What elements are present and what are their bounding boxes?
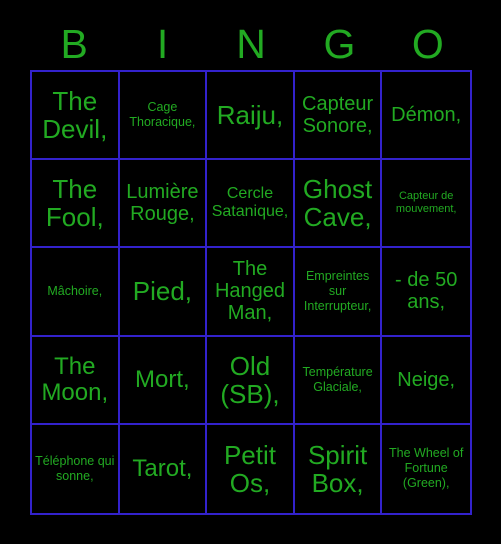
bingo-cell-label: Mort, xyxy=(135,365,190,393)
bingo-grid: The Devil, Cage Thoracique, Raiju, Capte… xyxy=(30,70,472,515)
bingo-card: B I N G O The Devil, Cage Thoracique, Ra… xyxy=(0,0,501,544)
bingo-cell-label: Capteur Sonore, xyxy=(302,93,374,138)
bingo-cell-label: Petit Os, xyxy=(223,439,276,498)
bingo-cell[interactable]: Ghost Cave, xyxy=(294,160,383,249)
bingo-cell[interactable]: Téléphone qui sonne, xyxy=(32,424,120,513)
bingo-cell[interactable]: Tarot, xyxy=(119,424,208,513)
bingo-header-letter-g: G xyxy=(323,21,356,67)
bingo-cell[interactable]: Old (SB), xyxy=(207,336,295,425)
bingo-header-row: B I N G O xyxy=(30,18,472,70)
bingo-cell-label: Neige, xyxy=(397,368,456,391)
bingo-cell-label: The Moon, xyxy=(41,352,109,406)
bingo-cell[interactable]: Capteur Sonore, xyxy=(294,72,383,161)
bingo-cell-label: Old (SB), xyxy=(220,350,280,409)
bingo-cell[interactable]: Spirit Box, xyxy=(294,424,383,513)
bingo-cell[interactable]: Température Glaciale, xyxy=(294,336,383,425)
bingo-header-letter-n: N xyxy=(236,21,266,67)
bingo-cell-label: The Fool, xyxy=(45,174,104,233)
bingo-cell[interactable]: Lumière Rouge, xyxy=(119,160,208,249)
bingo-cell-label: Téléphone qui sonne, xyxy=(35,453,115,483)
bingo-cell[interactable]: Petit Os, xyxy=(207,424,295,513)
bingo-cell[interactable]: - de 50 ans, xyxy=(382,248,470,337)
bingo-cell-label: Empreintes sur Interrupteur, xyxy=(303,268,372,313)
bingo-header-letter-o: O xyxy=(411,21,444,67)
bingo-cell-label: Cercle Satanique, xyxy=(211,185,289,221)
bingo-cell-label: Température Glaciale, xyxy=(302,364,373,394)
bingo-cell-label: Lumière Rouge, xyxy=(126,181,199,226)
bingo-cell-label: The Wheel of Fortune (Green), xyxy=(389,446,464,491)
bingo-cell[interactable]: Cage Thoracique, xyxy=(119,72,208,161)
bingo-cell-label: Raiju, xyxy=(216,100,284,131)
bingo-cell[interactable]: Empreintes sur Interrupteur, xyxy=(294,248,383,337)
bingo-header-letter-b: B xyxy=(60,21,88,67)
bingo-header-letter-i: I xyxy=(156,21,169,67)
bingo-cell[interactable]: The Devil, xyxy=(32,72,120,161)
bingo-cell[interactable]: Neige, xyxy=(382,336,470,425)
bingo-cell-label: Mâchoire, xyxy=(47,283,103,298)
bingo-cell[interactable]: The Fool, xyxy=(32,160,120,249)
bingo-cell-label: The Devil, xyxy=(42,86,108,145)
bingo-cell[interactable]: The Wheel of Fortune (Green), xyxy=(382,424,470,513)
bingo-cell-label: Capteur de mouvement, xyxy=(395,189,457,216)
bingo-cell[interactable]: Démon, xyxy=(382,72,470,161)
bingo-cell[interactable]: Capteur de mouvement, xyxy=(382,160,470,249)
bingo-cell[interactable]: Cercle Satanique, xyxy=(207,160,295,249)
bingo-cell-label: Ghost Cave, xyxy=(302,174,373,233)
bingo-cell-label: - de 50 ans, xyxy=(395,269,458,314)
bingo-cell-label: Tarot, xyxy=(132,454,193,482)
bingo-cell-label: Spirit Box, xyxy=(307,439,368,498)
bingo-cell-label: Démon, xyxy=(391,104,462,127)
bingo-cell[interactable]: Mâchoire, xyxy=(32,248,120,337)
bingo-cell-label: Cage Thoracique, xyxy=(129,100,196,130)
bingo-cell[interactable]: Raiju, xyxy=(207,72,295,161)
bingo-cell[interactable]: Mort, xyxy=(119,336,208,425)
bingo-cell-label: The Hanged Man, xyxy=(214,258,286,325)
bingo-cell-label: Pied, xyxy=(132,276,193,307)
bingo-cell[interactable]: The Hanged Man, xyxy=(207,248,295,337)
bingo-cell[interactable]: The Moon, xyxy=(32,336,120,425)
bingo-cell[interactable]: Pied, xyxy=(119,248,208,337)
